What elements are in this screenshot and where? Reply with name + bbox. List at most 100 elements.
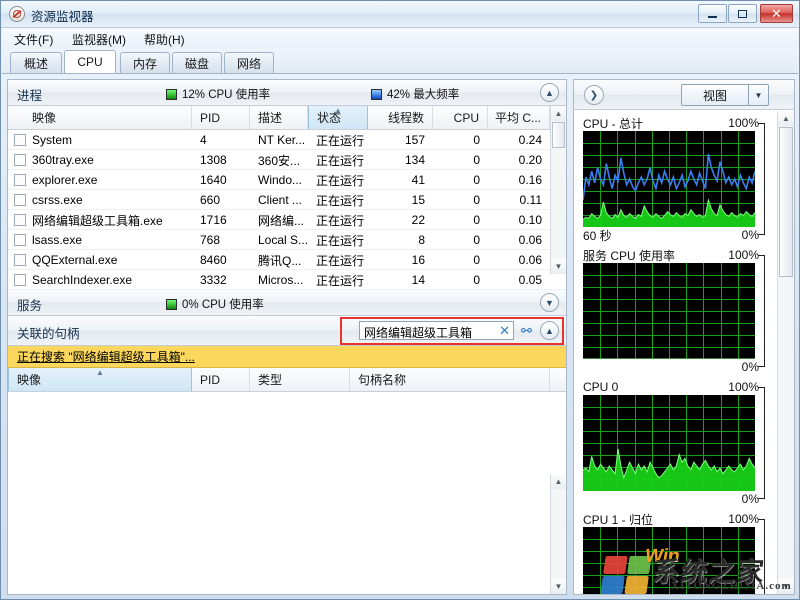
handles-column-header-type[interactable]: 类型 bbox=[250, 368, 350, 391]
graph-title: 服务 CPU 使用率 bbox=[583, 247, 675, 264]
cell-avg: 0.10 bbox=[488, 210, 550, 230]
search-status-message: 正在搜索 "网络编辑超级工具箱"... bbox=[17, 348, 195, 365]
scroll-up-icon[interactable]: ▲ bbox=[551, 474, 566, 489]
column-header-cpu[interactable]: CPU bbox=[433, 106, 488, 129]
handle-search-value: 网络编辑超级工具箱 bbox=[364, 324, 472, 341]
left-content-pane: 进程 12% CPU 使用率 42% 最大频率 ▲ 映像 PID 描述 ▲ 状态… bbox=[7, 79, 567, 595]
column-header-avg-cpu[interactable]: 平均 C... bbox=[488, 106, 550, 129]
graph-label-row: CPU 0 100% bbox=[574, 379, 779, 395]
cell-status: 正在运行 bbox=[308, 230, 368, 250]
scroll-down-icon[interactable]: ▼ bbox=[551, 259, 566, 274]
max-frequency-legend: 42% 最大频率 bbox=[371, 86, 459, 102]
graph-panel-scrollbar[interactable]: ▲ ▼ bbox=[777, 111, 794, 594]
tab-cpu[interactable]: CPU bbox=[64, 50, 116, 73]
graph-block: CPU 1 - 归位100%0% bbox=[574, 511, 779, 595]
processes-section-header[interactable]: 进程 12% CPU 使用率 42% 最大频率 ▲ bbox=[8, 80, 566, 106]
cell-avg: 0.06 bbox=[488, 230, 550, 250]
services-expand-button[interactable]: ▼ bbox=[540, 293, 559, 312]
table-row[interactable]: SearchIndexer.exe3332Micros...正在运行1400.0… bbox=[8, 270, 566, 290]
services-section-header[interactable]: 服务 0% CPU 使用率 ▼ bbox=[8, 290, 566, 316]
cell-cpu: 0 bbox=[433, 270, 488, 290]
cell-pid: 8460 bbox=[192, 250, 250, 270]
graph-foot-row: 0% bbox=[574, 359, 779, 375]
graph-max-label: 100% bbox=[728, 248, 777, 262]
window-title: 资源监视器 bbox=[31, 6, 94, 25]
cell-threads: 157 bbox=[368, 130, 433, 150]
menu-item-help[interactable]: 帮助(H) bbox=[144, 31, 185, 48]
max-frequency-legend-label: 42% 最大频率 bbox=[387, 86, 459, 102]
handles-collapse-button[interactable]: ▲ bbox=[540, 321, 559, 340]
cell-image: SearchIndexer.exe bbox=[8, 270, 192, 290]
graph-scale-bracket bbox=[758, 123, 765, 235]
cell-avg: 0.20 bbox=[488, 150, 550, 170]
minimize-icon bbox=[699, 5, 726, 22]
scroll-up-icon[interactable]: ▲ bbox=[551, 106, 566, 121]
cell-threads: 16 bbox=[368, 250, 433, 270]
tab-network[interactable]: 网络 bbox=[224, 52, 274, 73]
green-swatch-icon bbox=[166, 299, 177, 310]
table-row[interactable]: 网络编辑超级工具箱.exe1716网络编...正在运行2200.10 bbox=[8, 210, 566, 230]
minimize-button[interactable] bbox=[698, 4, 727, 23]
panel-collapse-button[interactable]: ❯ bbox=[584, 85, 604, 105]
cell-desc: 腾讯Q... bbox=[250, 250, 308, 270]
handles-section-header: 关联的句柄 网络编辑超级工具箱 ✕ ⚯ ▲ bbox=[8, 316, 566, 346]
tab-strip: 概述 CPU 内存 磁盘 网络 bbox=[2, 49, 798, 74]
scroll-down-icon[interactable]: ▼ bbox=[551, 579, 566, 594]
graph-x-label: 60 秒 bbox=[583, 227, 612, 244]
handles-column-header-name[interactable]: 句柄名称 bbox=[350, 368, 550, 391]
cell-desc: 360安... bbox=[250, 150, 308, 170]
handles-column-header-image[interactable]: ▲ 映像 bbox=[8, 368, 192, 391]
scroll-down-icon[interactable]: ▼ bbox=[778, 579, 794, 594]
graph-panel-scrollbar-thumb[interactable] bbox=[779, 127, 793, 277]
table-row[interactable]: System4NT Ker...正在运行15700.24 bbox=[8, 130, 566, 150]
cell-avg: 0.11 bbox=[488, 190, 550, 210]
processes-scrollbar[interactable]: ▲ ▼ bbox=[550, 106, 566, 274]
cell-desc: Windo... bbox=[250, 170, 308, 190]
column-header-status[interactable]: ▲ 状态 bbox=[308, 106, 368, 129]
table-row[interactable]: 360tray.exe1308360安...正在运行13400.20 bbox=[8, 150, 566, 170]
table-row[interactable]: csrss.exe660Client ...正在运行1500.11 bbox=[8, 190, 566, 210]
cell-cpu: 0 bbox=[433, 190, 488, 210]
menu-item-monitor[interactable]: 监视器(M) bbox=[72, 31, 126, 48]
clear-x-icon[interactable]: ✕ bbox=[499, 323, 510, 339]
table-row[interactable]: explorer.exe1640Windo...正在运行4100.16 bbox=[8, 170, 566, 190]
tab-disk[interactable]: 磁盘 bbox=[172, 52, 222, 73]
graph-block: CPU 0100%0% bbox=[574, 379, 779, 507]
table-row[interactable]: QQExternal.exe8460腾讯Q...正在运行1600.06 bbox=[8, 250, 566, 270]
maximize-icon bbox=[729, 5, 756, 22]
handles-scrollbar[interactable]: ▲ ▼ bbox=[550, 474, 566, 594]
column-header-pid[interactable]: PID bbox=[192, 106, 250, 129]
cell-cpu: 0 bbox=[433, 170, 488, 190]
cell-threads: 41 bbox=[368, 170, 433, 190]
scroll-up-icon[interactable]: ▲ bbox=[778, 111, 794, 126]
handles-column-header-pid[interactable]: PID bbox=[192, 368, 250, 391]
graph-max-label: 100% bbox=[728, 380, 777, 394]
table-row[interactable]: lsass.exe768Local S...正在运行800.06 bbox=[8, 230, 566, 250]
graph-label-row: 服务 CPU 使用率 100% bbox=[574, 247, 779, 263]
handles-table-header: ▲ 映像 PID 类型 句柄名称 bbox=[8, 368, 566, 392]
graph-title: CPU 0 bbox=[583, 380, 618, 394]
graph-max-label: 100% bbox=[728, 116, 777, 130]
cell-threads: 22 bbox=[368, 210, 433, 230]
menu-item-file[interactable]: 文件(F) bbox=[14, 31, 53, 48]
maximize-button[interactable] bbox=[728, 4, 757, 23]
cell-cpu: 0 bbox=[433, 150, 488, 170]
cell-status: 正在运行 bbox=[308, 250, 368, 270]
processes-scrollbar-thumb[interactable] bbox=[552, 122, 565, 148]
handle-search-input[interactable]: 网络编辑超级工具箱 ✕ bbox=[359, 321, 514, 340]
tab-overview[interactable]: 概述 bbox=[10, 52, 62, 73]
processes-collapse-button[interactable]: ▲ bbox=[540, 83, 559, 102]
close-button[interactable]: ✕ bbox=[760, 4, 793, 23]
graph-canvas bbox=[583, 263, 755, 359]
column-header-desc[interactable]: 描述 bbox=[250, 106, 308, 129]
tab-memory[interactable]: 内存 bbox=[120, 52, 170, 73]
view-dropdown[interactable]: 视图 ▼ bbox=[681, 84, 769, 106]
chevron-down-icon[interactable]: ▼ bbox=[748, 85, 768, 105]
cell-threads: 134 bbox=[368, 150, 433, 170]
chevron-down-icon: ▼ bbox=[545, 298, 554, 308]
cell-desc: 网络编... bbox=[250, 210, 308, 230]
column-header-threads[interactable]: 线程数 bbox=[368, 106, 433, 129]
search-binoculars-icon[interactable]: ⚯ bbox=[518, 322, 535, 339]
column-header-image[interactable]: 映像 bbox=[8, 106, 192, 129]
chevron-right-icon: ❯ bbox=[590, 90, 598, 101]
